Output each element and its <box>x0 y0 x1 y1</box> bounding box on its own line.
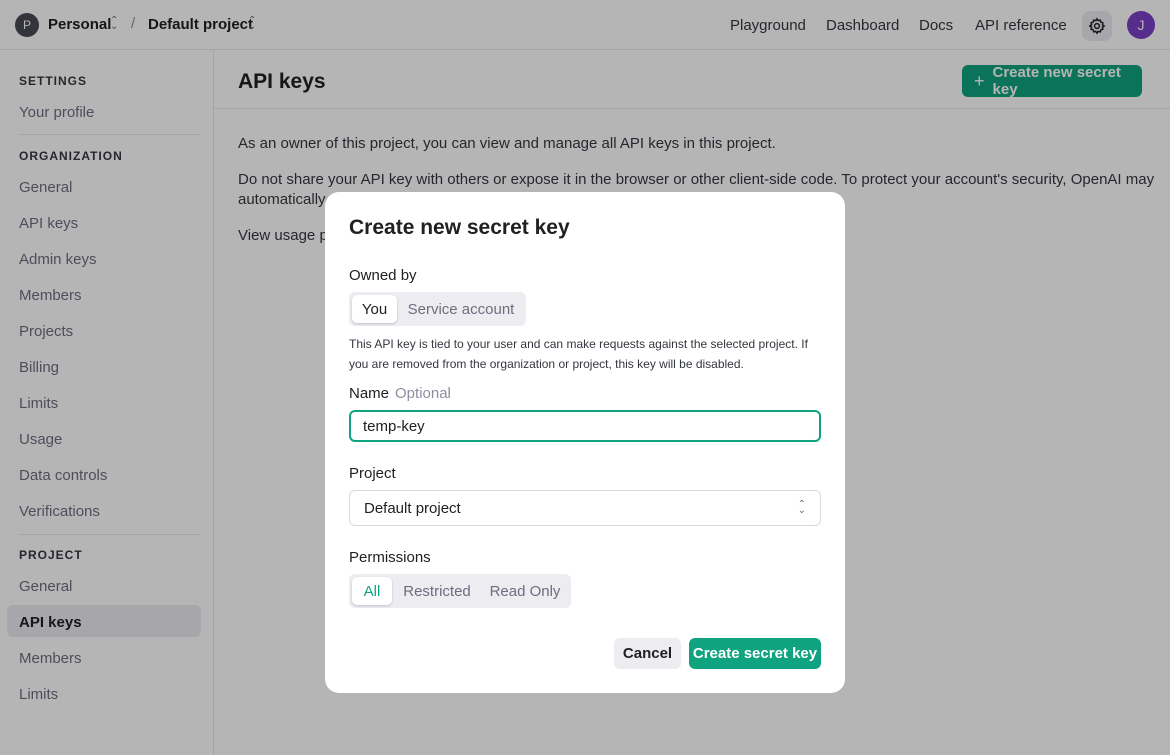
name-label: Name Optional <box>349 385 451 402</box>
create-secret-key-button[interactable]: Create secret key <box>689 638 821 669</box>
permissions-read-only-option[interactable]: Read Only <box>482 577 568 605</box>
project-select[interactable]: Default project ⌃ ⌄ <box>349 490 821 526</box>
owned-by-label: Owned by <box>349 267 417 284</box>
owned-by-service-account-option[interactable]: Service account <box>401 295 521 323</box>
permissions-all-option[interactable]: All <box>352 577 392 605</box>
create-secret-key-dialog: Create new secret key Owned by You Servi… <box>325 192 845 693</box>
select-chevron-icon: ⌃ ⌄ <box>797 499 806 516</box>
project-label: Project <box>349 465 396 482</box>
owned-by-you-option[interactable]: You <box>352 295 397 323</box>
permissions-label: Permissions <box>349 549 431 566</box>
name-input[interactable] <box>349 410 821 442</box>
permissions-restricted-option[interactable]: Restricted <box>396 577 478 605</box>
dialog-title: Create new secret key <box>349 216 570 239</box>
permissions-toggle: All Restricted Read Only <box>349 574 571 608</box>
project-select-value: Default project <box>364 499 461 517</box>
cancel-button[interactable]: Cancel <box>614 638 681 669</box>
ownership-help-text: This API key is tied to your user and ca… <box>349 337 808 371</box>
name-label-text: Name <box>349 385 390 402</box>
owned-by-toggle: You Service account <box>349 292 526 326</box>
name-optional-hint: Optional <box>395 385 451 402</box>
